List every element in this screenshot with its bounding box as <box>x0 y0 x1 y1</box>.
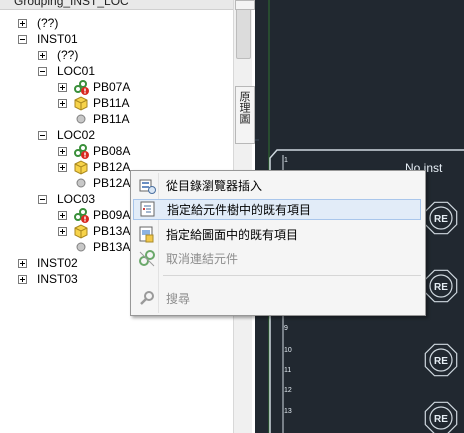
collapse-icon[interactable] <box>38 130 47 140</box>
tree-node-label: INST03 <box>37 272 78 286</box>
tab-schematic[interactable]: 原理圖 <box>235 86 255 144</box>
expand-icon[interactable] <box>18 18 27 28</box>
menu-item-label: 指定給元件樹中的既有項目 <box>167 203 312 217</box>
unplaced-circle-icon <box>73 175 89 191</box>
tree-node-label: INST01 <box>37 32 78 46</box>
row-number: 10 <box>284 347 292 354</box>
menu-item-label: 指定給圖面中的既有項目 <box>166 228 299 242</box>
menu-separator <box>163 275 421 276</box>
component-box-icon <box>73 95 89 111</box>
symbol-label: RE <box>434 414 448 425</box>
menu-item-unlink-component[interactable]: 取消連結元件 <box>133 248 421 269</box>
tree-device-node[interactable]: PB12A <box>58 175 130 191</box>
row-number: 1 <box>284 157 288 164</box>
expand-icon[interactable] <box>58 82 67 92</box>
expand-icon[interactable] <box>58 162 67 172</box>
tree-group-node[interactable]: INST02 <box>18 255 78 271</box>
row-number: 11 <box>284 367 291 374</box>
linked-warning-icon <box>73 143 89 159</box>
tree-group-node[interactable]: (??) <box>18 15 58 31</box>
tree-device-node[interactable]: PB13A <box>58 223 130 239</box>
expand-icon[interactable] <box>18 258 27 268</box>
search-icon <box>136 288 158 309</box>
row-number: 13 <box>284 408 292 415</box>
tree-assign-icon <box>137 199 159 220</box>
unplaced-circle-icon <box>73 111 89 127</box>
tab-schematic-label: 原理圖 <box>238 91 250 124</box>
expand-icon[interactable] <box>58 146 67 156</box>
linked-warning-icon <box>73 207 89 223</box>
collapse-icon[interactable] <box>38 66 47 76</box>
tree-node-label: LOC02 <box>57 128 96 142</box>
tree-group-node[interactable]: LOC03 <box>38 191 95 207</box>
expand-icon[interactable] <box>58 98 67 108</box>
context-menu: 從目錄瀏覽器插入 指定給元件樹中的既有項目 指定給圖面中的既有項目 取消連結元件… <box>130 170 426 316</box>
menu-item-insert-from-catalog[interactable]: 從目錄瀏覽器插入 <box>133 175 421 196</box>
tree-device-node[interactable]: PB09A <box>58 207 130 223</box>
tree-node-label: INST02 <box>37 256 78 270</box>
tree-device-node[interactable]: PB08A <box>58 143 130 159</box>
panel-title: Grouping_INST_LOC <box>14 0 129 8</box>
expand-icon[interactable] <box>58 226 67 236</box>
pushbutton-symbol[interactable]: RE <box>424 401 458 433</box>
tree-node-label: PB11A <box>93 96 130 110</box>
menu-item-search[interactable]: 搜尋 <box>133 288 421 309</box>
tree-device-node[interactable]: PB11A <box>58 111 129 127</box>
expand-icon[interactable] <box>18 274 27 284</box>
linked-warning-icon <box>73 79 89 95</box>
schematic-symbols: RE RE RE RE <box>424 201 458 433</box>
tree-node-label: PB08A <box>93 144 131 158</box>
expand-icon[interactable] <box>58 210 67 220</box>
tree-device-node[interactable]: PB11A <box>58 95 129 111</box>
expand-icon[interactable] <box>38 50 47 60</box>
menu-item-label: 取消連結元件 <box>166 252 239 266</box>
tree-device-node[interactable]: PB13A <box>58 239 130 255</box>
tree-node-label: PB13A <box>93 224 131 238</box>
collapse-icon[interactable] <box>18 34 27 44</box>
menu-item-assign-to-tree[interactable]: 指定給元件樹中的既有項目 <box>133 199 421 220</box>
tree-group-node[interactable]: (??) <box>38 47 78 63</box>
tree-device-node[interactable]: PB12A <box>58 159 130 175</box>
component-box-icon <box>73 159 89 175</box>
pushbutton-symbol[interactable]: RE <box>424 269 458 303</box>
tree-node-label: (??) <box>57 48 79 62</box>
tree-node-label: PB12A <box>93 160 131 174</box>
tree-group-node[interactable]: LOC01 <box>38 63 95 79</box>
tree-group-node[interactable]: INST01 <box>18 31 78 47</box>
symbol-label: RE <box>434 282 448 293</box>
symbol-label: RE <box>434 214 448 225</box>
drawing-assign-icon <box>136 224 158 245</box>
collapse-icon[interactable] <box>38 194 47 204</box>
tree-node-label: LOC03 <box>57 192 96 206</box>
component-box-icon <box>73 223 89 239</box>
symbol-label: RE <box>434 356 448 367</box>
tree-group-node[interactable]: LOC02 <box>38 127 95 143</box>
menu-item-label: 從目錄瀏覽器插入 <box>166 179 263 193</box>
menu-item-assign-to-drawing[interactable]: 指定給圖面中的既有項目 <box>133 224 421 245</box>
tree-node-label: PB07A <box>93 80 131 94</box>
menu-item-label: 搜尋 <box>166 292 191 306</box>
tree-device-node[interactable]: PB07A <box>58 79 130 95</box>
unplaced-circle-icon <box>73 239 89 255</box>
tree-node-label: PB13A <box>93 240 131 254</box>
side-tab-top[interactable] <box>235 0 255 10</box>
tree-node-label: (??) <box>37 16 59 30</box>
catalog-insert-icon <box>136 175 158 196</box>
tree-node-label: PB09A <box>93 208 131 222</box>
tree-node-label: PB12A <box>93 176 131 190</box>
row-number: 9 <box>284 325 288 332</box>
tree-group-node[interactable]: INST03 <box>18 271 78 287</box>
tree-node-label: LOC01 <box>57 64 96 78</box>
tree-node-label: PB11A <box>93 112 130 126</box>
pushbutton-symbol[interactable]: RE <box>424 201 458 235</box>
pushbutton-symbol[interactable]: RE <box>424 343 458 377</box>
row-number: 12 <box>284 387 292 394</box>
unlink-icon <box>136 248 158 269</box>
